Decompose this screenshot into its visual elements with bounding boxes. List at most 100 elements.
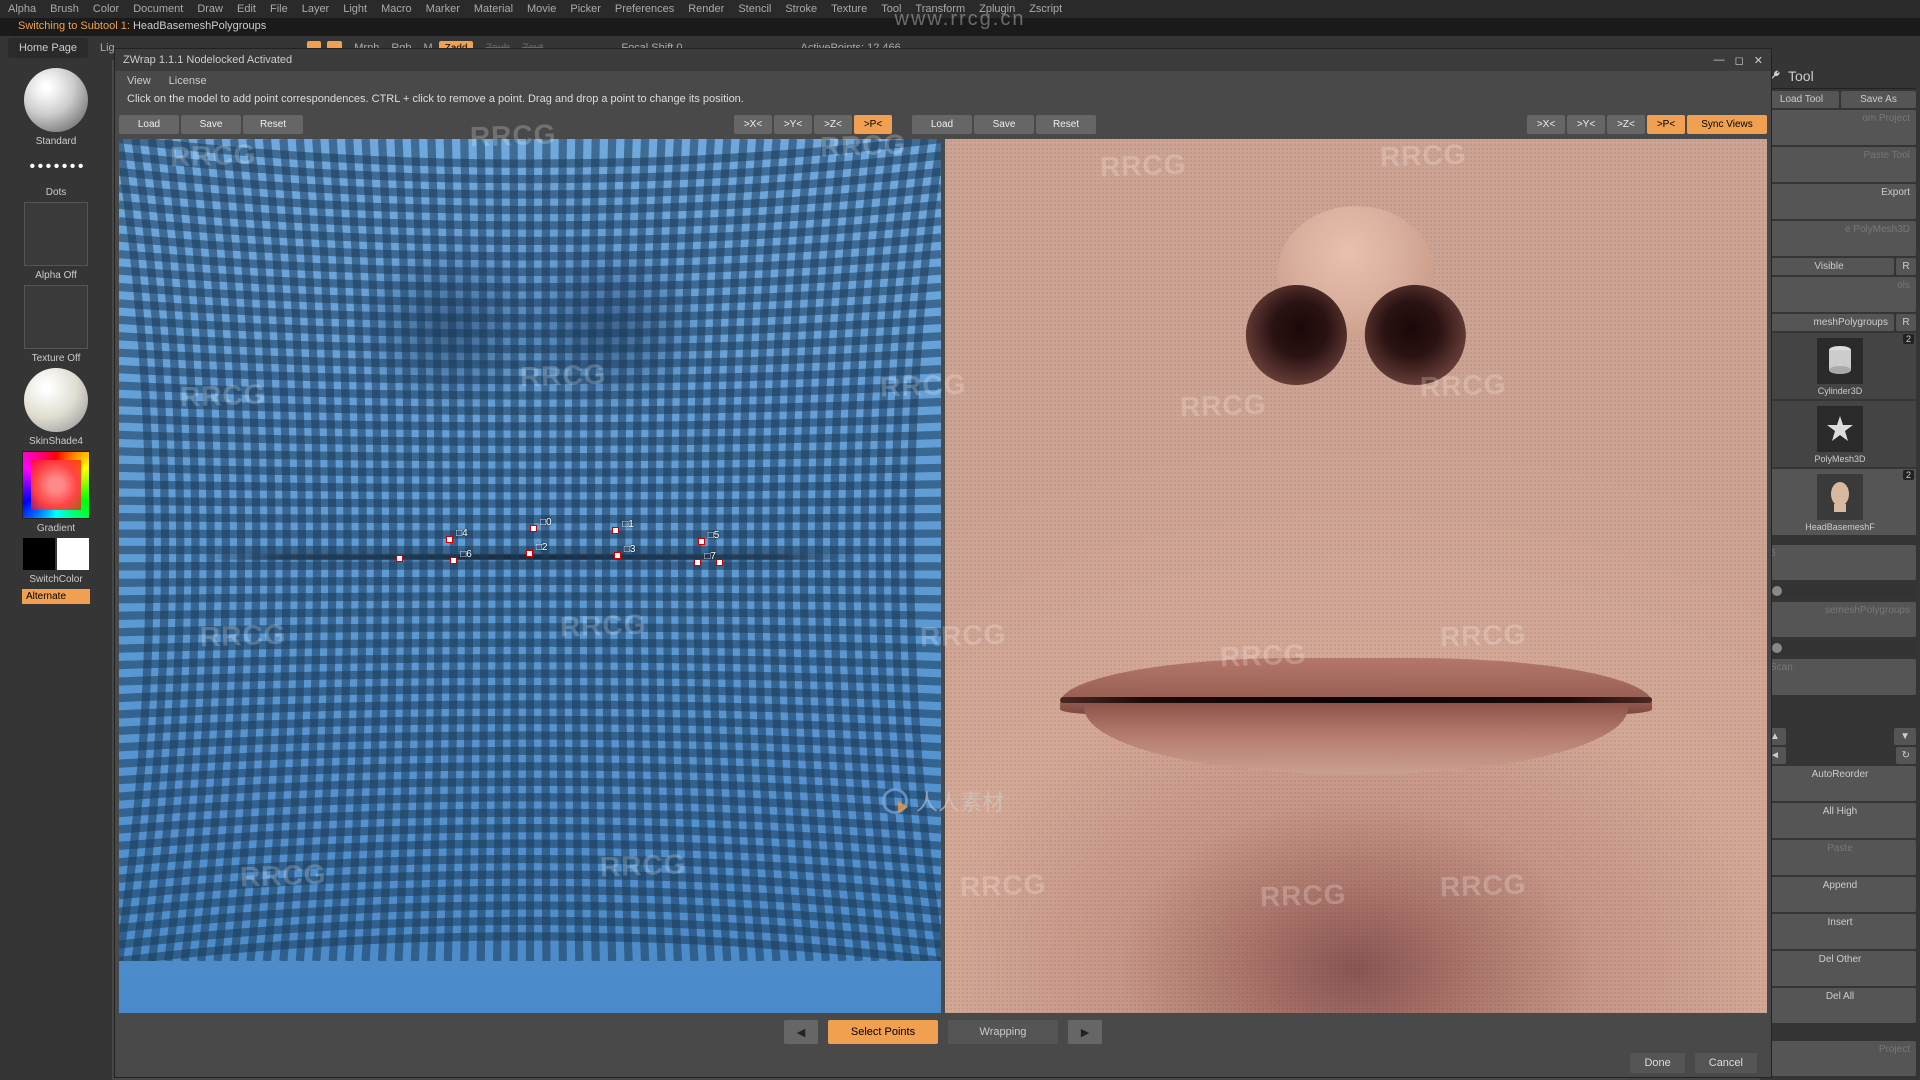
correspondence-point[interactable] — [716, 559, 723, 566]
menu-file[interactable]: File — [270, 3, 288, 15]
menu-picker[interactable]: Picker — [570, 3, 601, 15]
arrow-down-icon[interactable]: ▼ — [1894, 728, 1916, 745]
paste-button[interactable]: Paste — [1764, 840, 1916, 875]
right-p-button[interactable]: >P< — [1647, 115, 1685, 134]
autoreorder-button[interactable]: AutoReorder — [1764, 766, 1916, 801]
menu-brush[interactable]: Brush — [50, 3, 79, 15]
zwrap-left-view[interactable]: □0□1□2□3□4□5□6□7 — [119, 139, 941, 1013]
close-icon[interactable]: ✕ — [1754, 54, 1763, 67]
right-x-button[interactable]: >X< — [1527, 115, 1565, 134]
correspondence-point[interactable]: □5 — [698, 538, 705, 545]
zwrap-right-view[interactable] — [945, 139, 1767, 1013]
correspondence-point[interactable]: □0 — [530, 525, 537, 532]
menu-edit[interactable]: Edit — [237, 3, 256, 15]
right-reset-button[interactable]: Reset — [1036, 115, 1096, 134]
append-button[interactable]: Append — [1764, 877, 1916, 912]
menu-alpha[interactable]: Alpha — [8, 3, 36, 15]
left-z-button[interactable]: >Z< — [814, 115, 852, 134]
zwrap-titlebar[interactable]: ZWrap 1.1.1 Nodelocked Activated — ◻ ✕ — [115, 49, 1771, 71]
texture-preview[interactable] — [24, 285, 88, 349]
swatch-black[interactable] — [23, 538, 55, 570]
load-tool-button[interactable]: Load Tool — [1764, 91, 1839, 108]
meshpoly-label[interactable]: meshPolygroups — [1764, 314, 1894, 331]
color-picker[interactable] — [22, 451, 90, 519]
tool-header[interactable]: Tool — [1764, 64, 1916, 89]
left-reset-button[interactable]: Reset — [243, 115, 303, 134]
zwmenu-view[interactable]: View — [127, 75, 151, 87]
correspondence-point[interactable]: □4 — [446, 536, 453, 543]
r-button-2[interactable]: R — [1896, 314, 1916, 331]
menu-material[interactable]: Material — [474, 3, 513, 15]
menu-zscript[interactable]: Zscript — [1029, 3, 1062, 15]
allhigh-button[interactable]: All High — [1764, 803, 1916, 838]
make-polymesh-button[interactable]: e PolyMesh3D — [1764, 221, 1916, 256]
minimize-icon[interactable]: — — [1714, 54, 1725, 67]
select-points-step[interactable]: Select Points — [828, 1020, 938, 1044]
alpha-preview[interactable] — [24, 202, 88, 266]
wrapping-step[interactable]: Wrapping — [948, 1020, 1058, 1044]
zwrap-menubar[interactable]: View License — [115, 71, 1771, 91]
stroke-preview[interactable] — [24, 151, 88, 183]
menu-stencil[interactable]: Stencil — [738, 3, 771, 15]
delother-button[interactable]: Del Other — [1764, 951, 1916, 986]
menu-zplugin[interactable]: Zplugin — [979, 3, 1015, 15]
right-load-button[interactable]: Load — [912, 115, 972, 134]
r-button-1[interactable]: R — [1896, 258, 1916, 275]
delall-button[interactable]: Del All — [1764, 988, 1916, 1023]
left-p-button[interactable]: >P< — [854, 115, 892, 134]
slider-1[interactable] — [1764, 584, 1916, 598]
left-load-button[interactable]: Load — [119, 115, 179, 134]
menu-tool[interactable]: Tool — [881, 3, 901, 15]
material-preview[interactable] — [24, 368, 88, 432]
menu-marker[interactable]: Marker — [426, 3, 460, 15]
maximize-icon[interactable]: ◻ — [1735, 54, 1744, 67]
menu-light[interactable]: Light — [343, 3, 367, 15]
swatch-row[interactable] — [23, 538, 89, 570]
menu-texture[interactable]: Texture — [831, 3, 867, 15]
correspondence-point[interactable]: □6 — [450, 557, 457, 564]
correspondence-point[interactable]: □1 — [612, 527, 619, 534]
from-project-button[interactable]: om Project — [1764, 110, 1916, 145]
correspondence-point[interactable]: □7 — [694, 559, 701, 566]
prev-step-button[interactable]: ◄ — [784, 1020, 818, 1044]
lightbox-tab[interactable]: Lig — [100, 42, 115, 54]
sync-views-button[interactable]: Sync Views — [1687, 115, 1767, 134]
menu-render[interactable]: Render — [688, 3, 724, 15]
menu-transform[interactable]: Transform — [915, 3, 965, 15]
menu-movie[interactable]: Movie — [527, 3, 556, 15]
menu-layer[interactable]: Layer — [302, 3, 330, 15]
done-button[interactable]: Done — [1630, 1053, 1684, 1073]
subtool-cylinder[interactable]: 2 Cylinder3D — [1764, 333, 1916, 399]
left-save-button[interactable]: Save — [181, 115, 241, 134]
home-tab[interactable]: Home Page — [8, 38, 88, 58]
left-x-button[interactable]: >X< — [734, 115, 772, 134]
save-as-button[interactable]: Save As — [1841, 91, 1916, 108]
export-button[interactable]: Export — [1764, 184, 1916, 219]
correspondence-point[interactable]: □2 — [526, 550, 533, 557]
brush-preview[interactable] — [24, 68, 88, 132]
semesh-label[interactable]: semeshPolygroups — [1764, 602, 1916, 637]
switchcolor-label[interactable]: SwitchColor — [29, 574, 82, 585]
insert-button[interactable]: Insert — [1764, 914, 1916, 949]
next-step-button[interactable]: ► — [1068, 1020, 1102, 1044]
menu-document[interactable]: Document — [133, 3, 183, 15]
menu-stroke[interactable]: Stroke — [785, 3, 817, 15]
menu-color[interactable]: Color — [93, 3, 119, 15]
visible-button[interactable]: Visible — [1764, 258, 1894, 275]
cancel-button[interactable]: Cancel — [1695, 1053, 1757, 1073]
gradient-label[interactable]: Gradient — [37, 523, 75, 534]
menu-draw[interactable]: Draw — [197, 3, 223, 15]
swatch-white[interactable] — [57, 538, 89, 570]
paste-tool-button[interactable]: Paste Tool — [1764, 147, 1916, 182]
left-y-button[interactable]: >Y< — [774, 115, 812, 134]
main-menubar[interactable]: Alpha Brush Color Document Draw Edit File Layer… — [0, 0, 1920, 18]
subtool-head[interactable]: 2 HeadBasemeshF — [1764, 469, 1916, 535]
project-label[interactable]: Project — [1764, 1041, 1916, 1076]
right-save-button[interactable]: Save — [974, 115, 1034, 134]
menu-macro[interactable]: Macro — [381, 3, 412, 15]
arrow-right-icon[interactable]: ↻ — [1896, 747, 1916, 764]
alternate-button[interactable]: Alternate — [22, 589, 90, 604]
slider-2[interactable] — [1764, 641, 1916, 655]
zwmenu-license[interactable]: License — [169, 75, 207, 87]
subtool-polymesh[interactable]: PolyMesh3D — [1764, 401, 1916, 467]
